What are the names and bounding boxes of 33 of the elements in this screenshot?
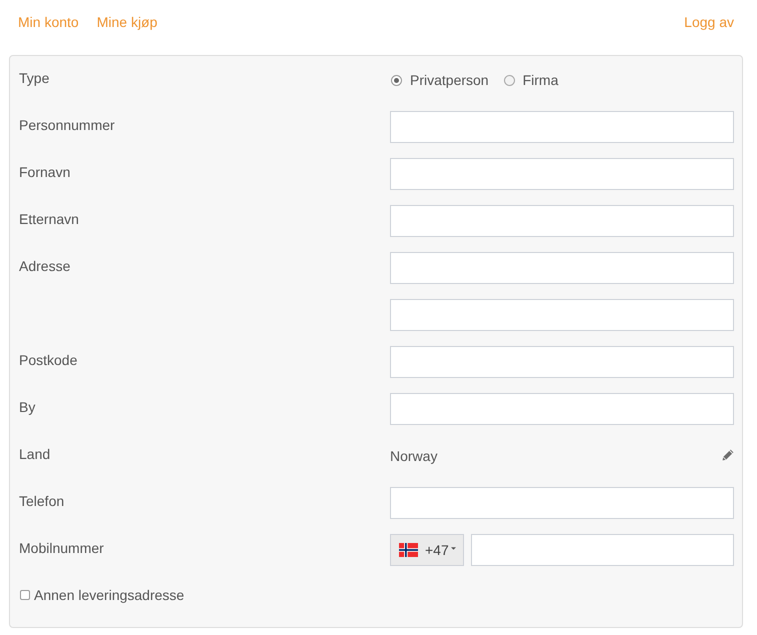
text-field[interactable] bbox=[390, 252, 734, 284]
field-label: Type bbox=[19, 69, 50, 87]
field-label: Mobilnummer bbox=[19, 539, 104, 557]
field-label: By bbox=[19, 398, 36, 416]
field-label: Telefon bbox=[19, 492, 64, 510]
text-field[interactable] bbox=[390, 158, 734, 190]
phone-field[interactable] bbox=[471, 534, 734, 566]
nav-link[interactable]: Mine kjøp bbox=[96, 12, 158, 32]
field-label: Land bbox=[19, 445, 50, 463]
country-code-button[interactable]: +47 bbox=[390, 534, 464, 566]
field-label: Personnummer bbox=[19, 116, 115, 134]
radio-label: Firma bbox=[522, 71, 558, 89]
text-field[interactable] bbox=[390, 111, 734, 143]
text-field[interactable] bbox=[390, 205, 734, 237]
flag-icon bbox=[399, 543, 418, 557]
text-field[interactable] bbox=[390, 393, 734, 425]
text-field[interactable] bbox=[390, 487, 734, 519]
checkbox-label: Annen leveringsadresse bbox=[34, 586, 184, 604]
country-value: Norway bbox=[390, 447, 438, 465]
field-label: Etternavn bbox=[19, 210, 79, 228]
radio-button[interactable] bbox=[504, 74, 515, 86]
nav-link[interactable]: Min konto bbox=[18, 12, 79, 32]
checkbox[interactable] bbox=[20, 590, 30, 600]
field-label: Postkode bbox=[19, 351, 78, 369]
text-field[interactable] bbox=[390, 299, 734, 331]
field-label: Adresse bbox=[19, 257, 70, 275]
radio-button[interactable] bbox=[391, 74, 402, 86]
caret-icon bbox=[450, 547, 456, 550]
text-field[interactable] bbox=[390, 346, 734, 378]
logout-link[interactable]: Logg av bbox=[684, 12, 734, 32]
field-label: Fornavn bbox=[19, 163, 70, 181]
radio-label: Privatperson bbox=[410, 71, 489, 89]
pencil-icon[interactable] bbox=[722, 449, 734, 461]
